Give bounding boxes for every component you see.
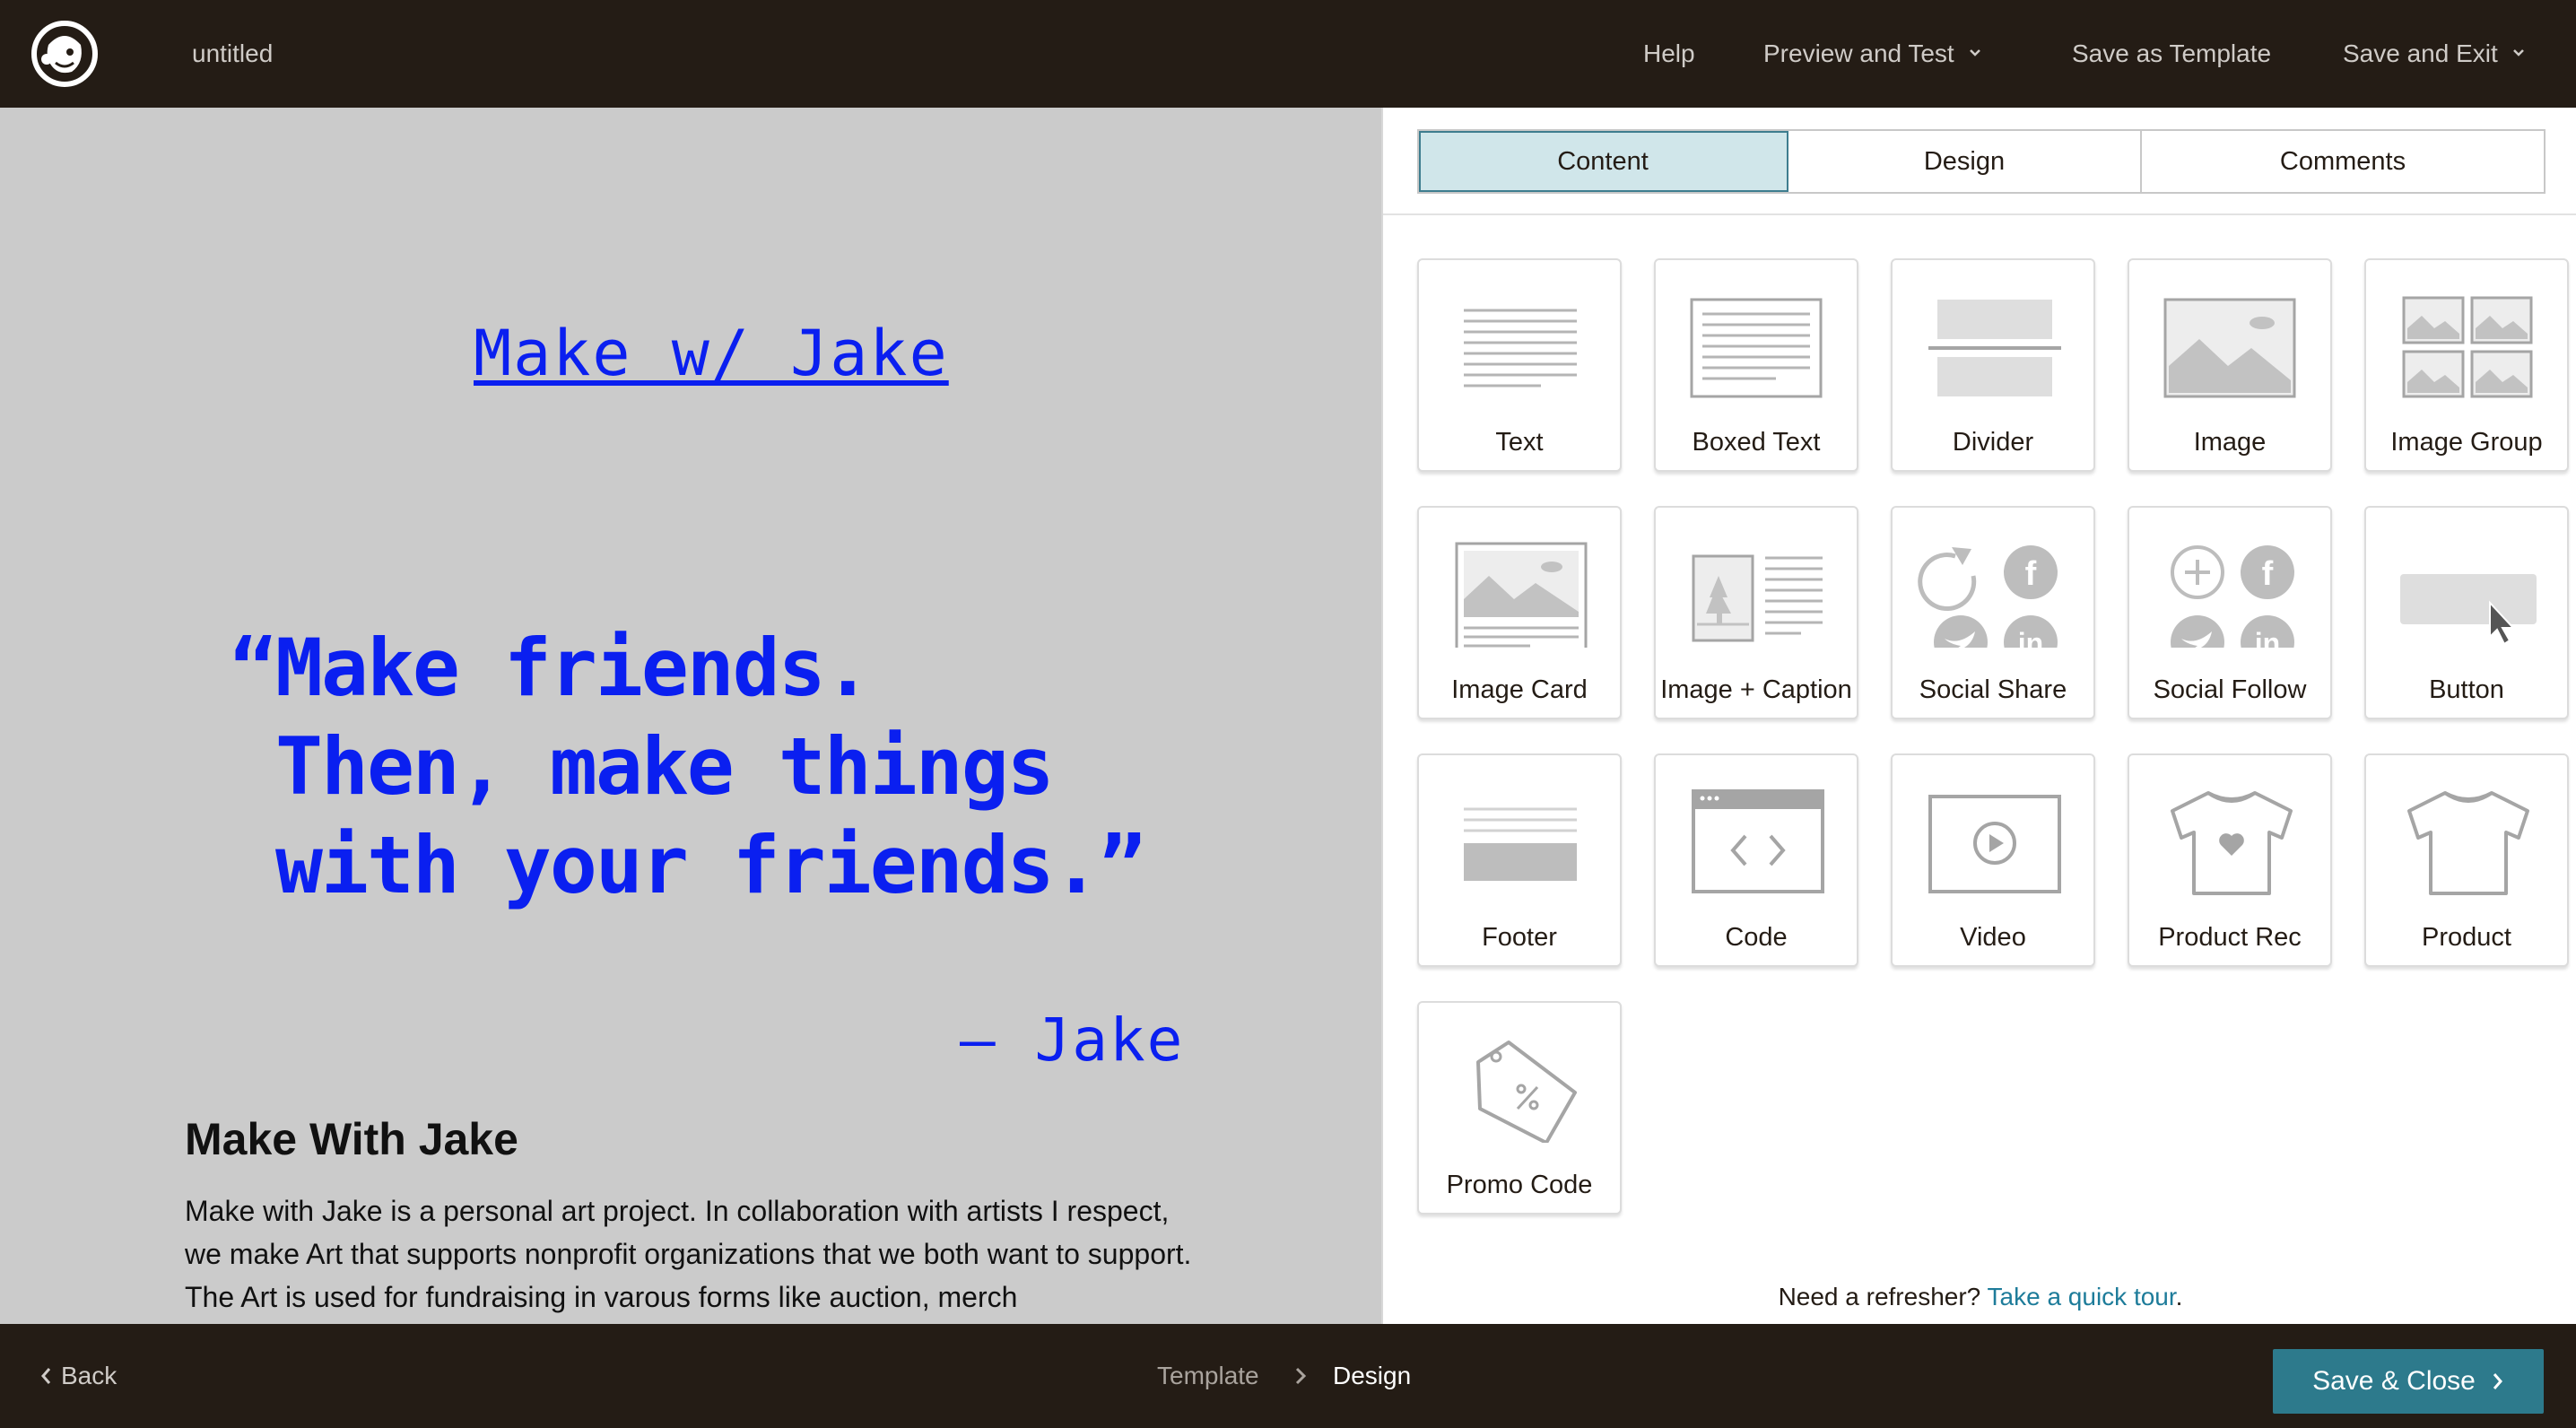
preview-heading[interactable]: Make With Jake [185,1112,518,1166]
block-label: Text [1495,428,1544,457]
block-label: Image [2193,428,2267,457]
block-button[interactable]: Button [2364,506,2569,719]
block-product-rec[interactable]: Product Rec [2128,753,2332,967]
block-label: Video [1960,923,2026,952]
block-boxed-text[interactable]: Boxed Text [1654,258,1858,472]
save-close-button[interactable]: Save & Close [2273,1349,2544,1414]
preview-link-text[interactable]: Make w/ Jake [474,316,949,391]
preview-test-label: Preview and Test [1763,39,1954,67]
block-label: Boxed Text [1692,428,1821,457]
divider-block-icon [1928,300,2061,396]
chevron-right-icon [1295,1367,1307,1385]
preview-quote[interactable]: “Make friends. Then, make things with yo… [230,619,1146,915]
product-rec-block-icon [2171,791,2293,895]
preview-test-menu[interactable]: Preview and Test [1763,36,1981,72]
image-group-block-icon [2402,296,2533,398]
chevron-down-icon [1969,48,1980,57]
svg-text:in: in [2018,627,2043,648]
chevron-down-icon [2512,48,2524,57]
block-label: Button [2429,675,2504,704]
bottom-bar: Back Template Design Save & Close [0,1324,2576,1428]
refresher-note: Need a refresher? Take a quick tour. [1383,1283,2576,1311]
block-divider[interactable]: Divider [1891,258,2095,472]
tab-design[interactable]: Design [1788,131,2142,192]
image-card-block-icon [1455,542,1588,648]
svg-text:f: f [2262,555,2274,593]
refresher-suffix: . [2175,1283,2183,1310]
block-image[interactable]: Image [2128,258,2332,472]
email-preview[interactable]: Make w/ Jake “Make friends. Then, make t… [0,108,1381,1324]
refresher-text: Need a refresher? [1778,1283,1981,1310]
block-label: Promo Code [1446,1171,1593,1199]
block-promo-code[interactable]: Promo Code [1417,1001,1622,1215]
breadcrumb-design: Design [1333,1362,1412,1389]
block-code[interactable]: Code [1654,753,1858,967]
save-as-template-link[interactable]: Save as Template [2072,36,2271,72]
block-label: Product [2422,923,2511,952]
save-exit-menu[interactable]: Save and Exit [2343,36,2525,72]
promo-code-block-icon [1476,1041,1577,1143]
top-bar: untitled Help Preview and Test Save as T… [0,0,2576,108]
save-exit-label: Save and Exit [2343,39,2498,67]
image-caption-block-icon [1692,554,1823,642]
product-block-icon [2407,791,2529,895]
back-button[interactable]: Back [39,1358,117,1394]
block-label: Divider [1952,428,2034,457]
text-block-icon [1464,309,1577,387]
button-block-icon [2400,574,2537,646]
boxed-text-block-icon [1690,298,1823,398]
chevron-left-icon [41,1367,51,1384]
block-label: Product Rec [2158,923,2302,952]
quick-tour-link[interactable]: Take a quick tour [1988,1283,2176,1310]
document-title[interactable]: untitled [192,36,273,72]
block-image-card[interactable]: Image Card [1417,506,1622,719]
code-block-icon [1692,789,1824,893]
block-video[interactable]: Video [1891,753,2095,967]
tab-content[interactable]: Content [1419,131,1788,192]
block-text[interactable]: Text [1417,258,1622,472]
block-label: Footer [1482,923,1557,952]
back-label: Back [61,1362,117,1389]
save-close-label: Save & Close [2312,1366,2476,1396]
block-product[interactable]: Product [2364,753,2569,967]
svg-text:in: in [2255,627,2280,648]
social-share-block-icon: f in [1918,545,2058,648]
svg-text:f: f [2025,555,2037,593]
block-image-group[interactable]: Image Group [2364,258,2569,472]
block-label: Image Group [2390,428,2543,457]
block-label: Code [1725,923,1788,952]
video-block-icon [1928,795,2061,893]
help-link[interactable]: Help [1643,36,1695,72]
block-label: Image + Caption [1660,675,1852,704]
social-follow-block-icon: f in [2171,545,2294,648]
tab-comments[interactable]: Comments [2142,131,2544,192]
divider [1383,213,2576,215]
footer-block-icon [1464,807,1577,881]
block-footer[interactable]: Footer [1417,753,1622,967]
block-label: Social Follow [2153,675,2307,704]
mailchimp-logo-icon[interactable] [29,18,100,90]
content-sidebar: Content Design Comments Text Boxed Text [1381,108,2576,1324]
sidebar-tabs: Content Design Comments [1417,129,2546,194]
chevron-right-icon [2493,1373,2502,1389]
block-image-caption[interactable]: Image + Caption [1654,506,1858,719]
block-label: Social Share [1919,675,2067,704]
breadcrumb-template[interactable]: Template [1157,1358,1259,1394]
block-social-follow[interactable]: f in Social Follow [2128,506,2332,719]
image-block-icon [2163,298,2296,398]
preview-quote-author[interactable]: – Jake [960,1005,1184,1076]
block-label: Image Card [1451,675,1588,704]
preview-body-text[interactable]: Make with Jake is a personal art project… [185,1189,1207,1319]
block-social-share[interactable]: f in Social Share [1891,506,2095,719]
